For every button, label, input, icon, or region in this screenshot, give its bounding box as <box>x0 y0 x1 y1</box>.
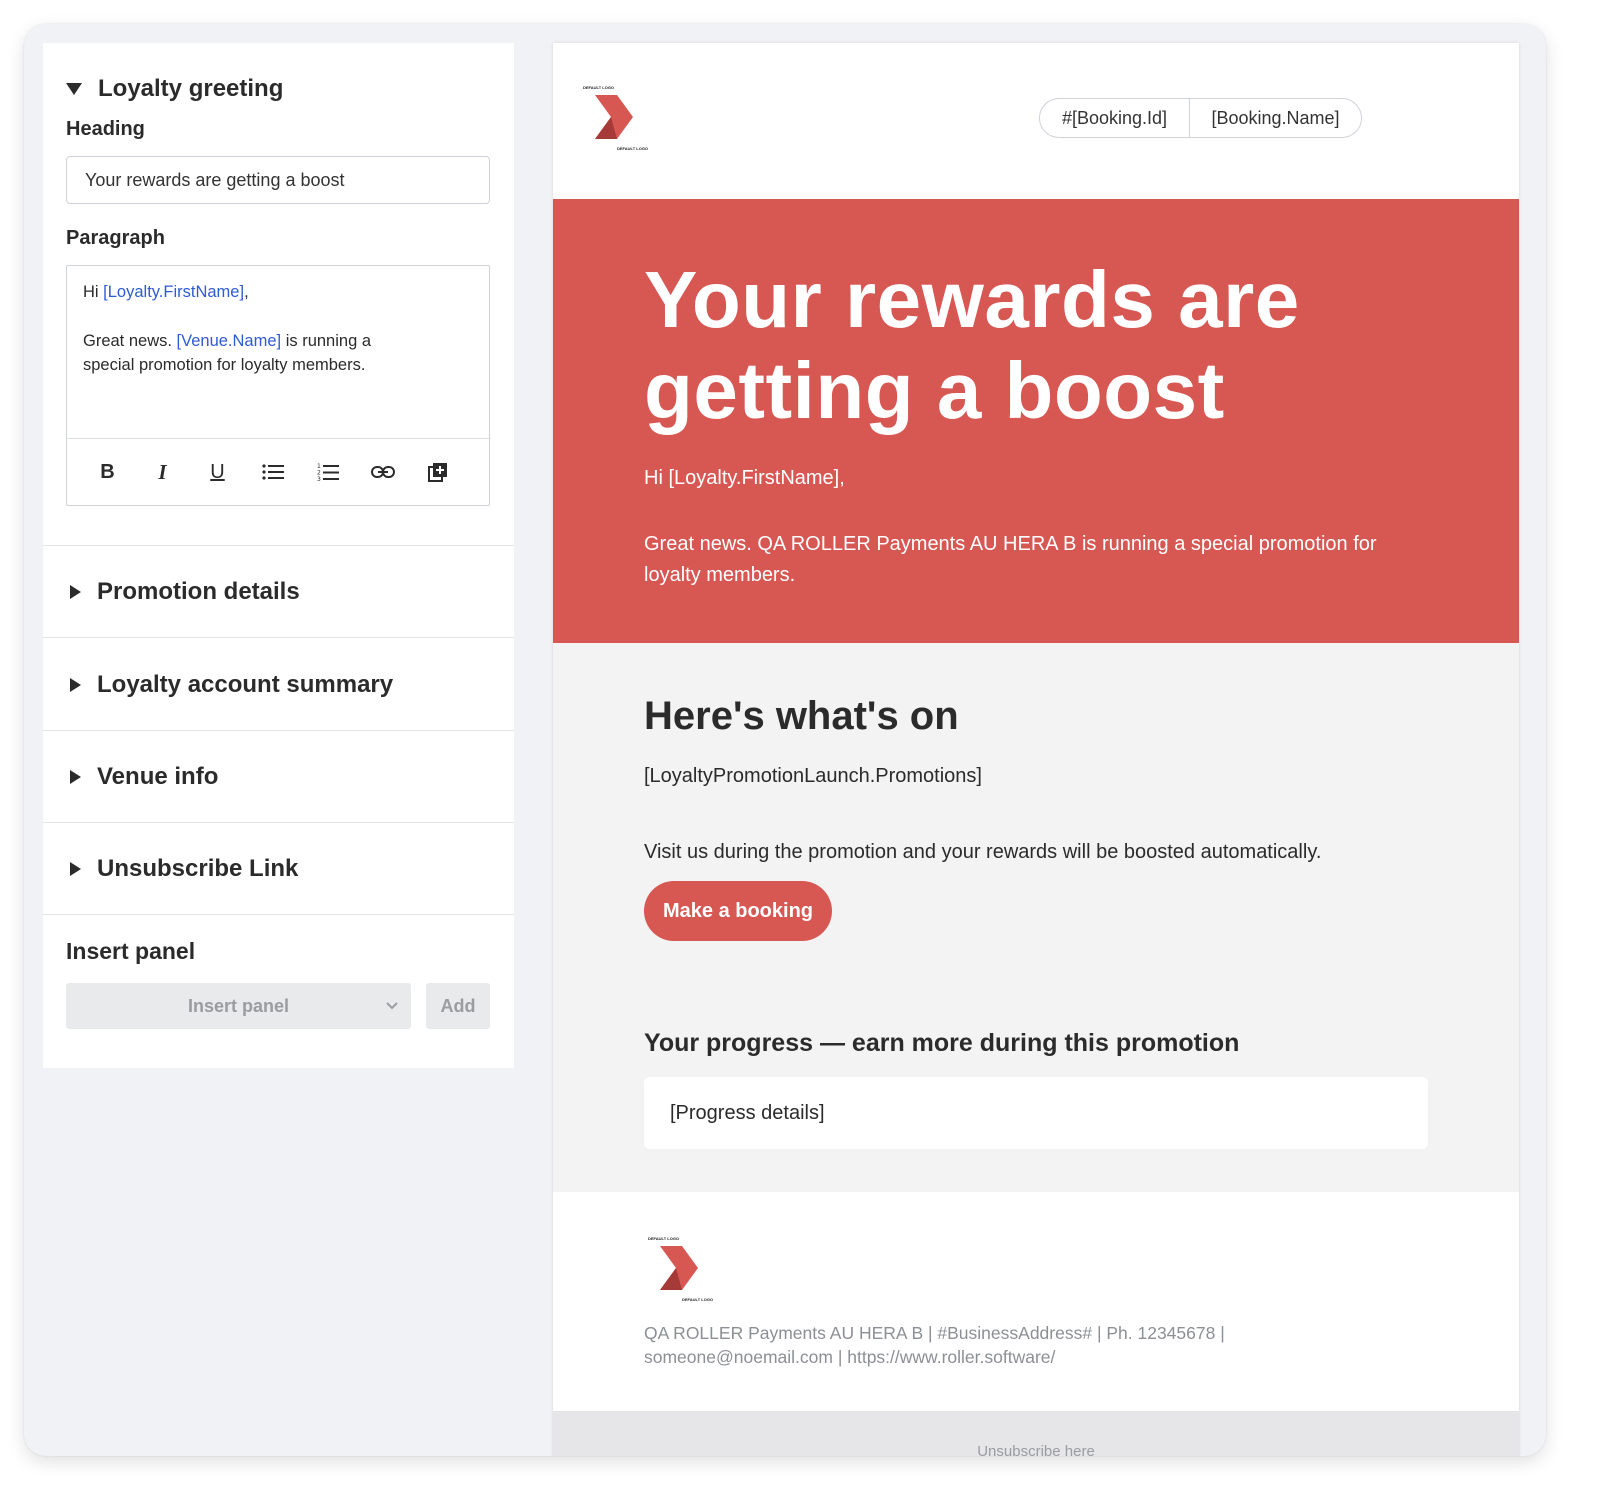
caret-right-icon <box>70 678 81 692</box>
section-toggle-venue-info[interactable]: Venue info <box>66 763 218 791</box>
editor-toolbar: B I U 123 <box>67 438 489 505</box>
email-header: DEFAULT LOGO DEFAULT LOGO #[Booking.Id] … <box>553 43 1519 199</box>
underline-icon[interactable]: U <box>201 456 234 489</box>
caret-right-icon <box>70 770 81 784</box>
section-title: Unsubscribe Link <box>97 855 299 882</box>
caret-right-icon <box>70 862 81 876</box>
insert-panel-select[interactable]: Insert panel <box>66 983 411 1029</box>
chevron-down-icon <box>386 1002 398 1010</box>
hero-heading: Your rewards are getting a boost <box>644 255 1300 435</box>
section-title: Loyalty greeting <box>98 75 284 102</box>
section-divider <box>43 730 514 731</box>
heading-label: Heading <box>66 118 145 140</box>
caret-down-icon <box>66 83 82 95</box>
bulleted-list-icon[interactable] <box>256 456 289 489</box>
footer-contact-text: QA ROLLER Payments AU HERA B | #Business… <box>644 1323 1225 1367</box>
bold-icon[interactable]: B <box>91 456 124 489</box>
make-booking-button[interactable]: Make a booking <box>644 881 832 941</box>
caret-right-icon <box>70 585 81 599</box>
progress-details-box: [Progress details] <box>644 1077 1428 1149</box>
chevron-logo-icon <box>595 95 633 139</box>
italic-icon[interactable]: I <box>146 456 179 489</box>
heading-input[interactable]: Your rewards are getting a boost <box>66 156 490 204</box>
progress-heading: Your progress — earn more during this pr… <box>644 1029 1240 1057</box>
hero-paragraph: Great news. QA ROLLER Payments AU HERA B… <box>644 533 1377 586</box>
visit-text: Visit us during the promotion and your r… <box>644 841 1322 863</box>
editor-panel: Loyalty greeting Heading Your rewards ar… <box>43 43 514 1068</box>
app-frame: Loyalty greeting Heading Your rewards ar… <box>24 24 1546 1456</box>
paragraph-editor[interactable]: Hi [Loyalty.FirstName], Great news. [Ven… <box>66 265 490 506</box>
footer-logo: DEFAULT LOGO DEFAULT LOGO <box>646 1234 716 1304</box>
hero-greeting: Hi [Loyalty.FirstName], <box>644 467 845 489</box>
section-title: Loyalty account summary <box>97 671 394 698</box>
chevron-logo-icon <box>660 1246 698 1290</box>
section-toggle-loyalty-account-summary[interactable]: Loyalty account summary <box>66 671 393 699</box>
paragraph-line-hi: Hi [Loyalty.FirstName], <box>83 280 473 304</box>
insert-token-icon[interactable] <box>421 456 454 489</box>
token-venue-name: [Venue.Name] <box>176 332 282 350</box>
svg-text:3: 3 <box>317 476 321 482</box>
hero-banner: Your rewards are getting a boost Hi [Loy… <box>553 199 1519 643</box>
section-divider <box>43 914 514 915</box>
paragraph-label: Paragraph <box>66 227 165 249</box>
section-loyalty-greeting: Loyalty greeting Heading Your rewards ar… <box>43 43 514 546</box>
unsubscribe-bar: Unsubscribe here <box>553 1411 1519 1456</box>
logo-text: DEFAULT LOGO <box>682 1297 714 1302</box>
logo-text: DEFAULT LOGO <box>617 146 649 151</box>
text: , <box>244 283 249 301</box>
section-title: Venue info <box>97 763 219 790</box>
section-divider <box>43 545 514 546</box>
booking-name-token: [Booking.Name] <box>1211 107 1340 128</box>
insert-panel-select-value: Insert panel <box>187 995 290 1016</box>
section-divider <box>43 822 514 823</box>
booking-token-pill: #[Booking.Id] [Booking.Name] <box>1039 98 1362 138</box>
paragraph-editor-content[interactable]: Hi [Loyalty.FirstName], Great news. [Ven… <box>83 280 473 402</box>
booking-id-token: #[Booking.Id] <box>1040 99 1190 137</box>
progress-details-token: [Progress details] <box>670 1101 825 1124</box>
section-toggle-loyalty-greeting[interactable]: Loyalty greeting <box>66 75 283 103</box>
email-preview: DEFAULT LOGO DEFAULT LOGO #[Booking.Id] … <box>553 43 1519 1456</box>
text: Hi <box>83 283 104 301</box>
section-toggle-promotion-details[interactable]: Promotion details <box>66 578 300 606</box>
link-icon[interactable] <box>366 456 399 489</box>
insert-panel-label: Insert panel <box>66 938 196 964</box>
section-toggle-unsubscribe-link[interactable]: Unsubscribe Link <box>66 855 298 883</box>
heading-input-value: Your rewards are getting a boost <box>85 169 345 190</box>
paragraph-line-news: Great news. [Venue.Name] is running a sp… <box>83 329 393 377</box>
unsubscribe-link[interactable]: Unsubscribe here <box>553 1443 1519 1456</box>
numbered-list-icon[interactable]: 123 <box>311 456 344 489</box>
section-divider <box>43 637 514 638</box>
section-title: Promotion details <box>97 578 300 605</box>
whats-on-heading: Here's what's on <box>644 694 959 738</box>
brand-logo: DEFAULT LOGO DEFAULT LOGO <box>581 83 651 153</box>
token-loyalty-firstname: [Loyalty.FirstName] <box>103 283 245 301</box>
email-footer: DEFAULT LOGO DEFAULT LOGO QA ROLLER Paym… <box>553 1192 1519 1411</box>
text: Great news. <box>83 332 177 350</box>
add-panel-button[interactable]: Add <box>426 983 490 1029</box>
promotions-token: [LoyaltyPromotionLaunch.Promotions] <box>644 765 982 787</box>
